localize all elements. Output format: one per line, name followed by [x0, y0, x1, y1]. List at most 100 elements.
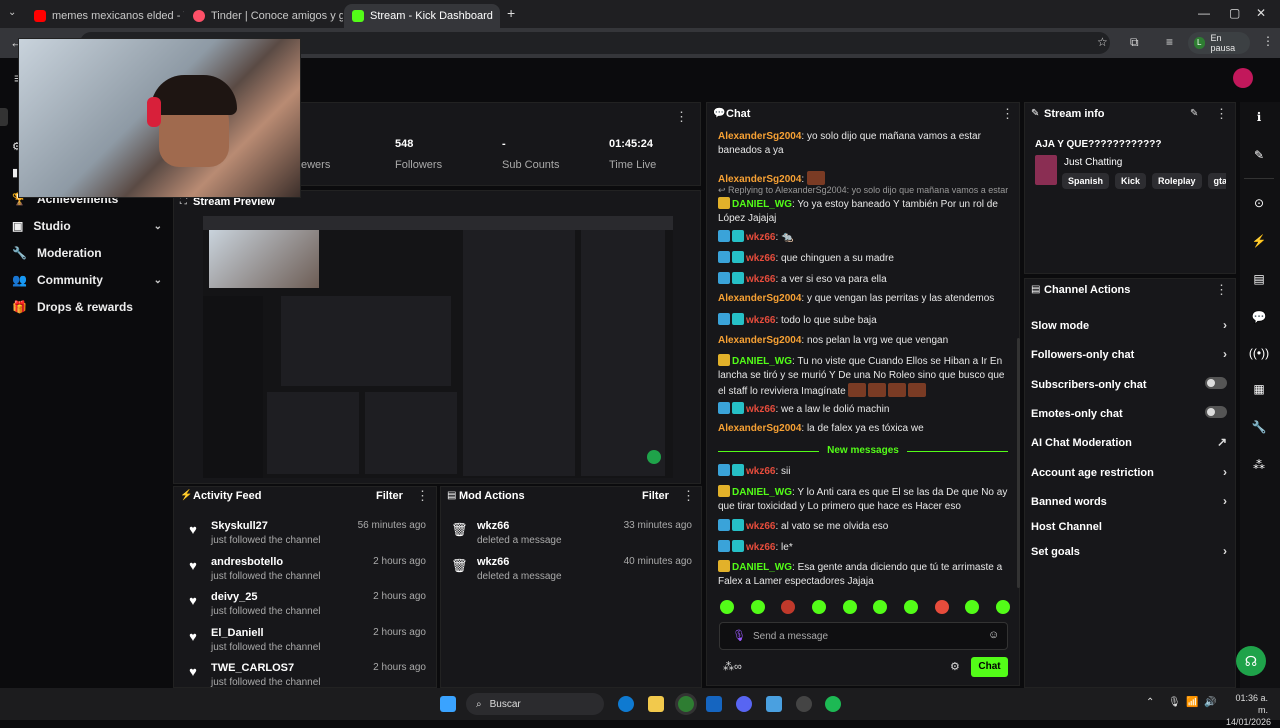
chat-username[interactable]: DANIEL_WG — [732, 356, 792, 367]
chat-username[interactable]: wkz66 — [746, 404, 775, 415]
microphone-icon[interactable]: 🎙 — [1168, 697, 1181, 708]
bookmark-star-icon[interactable]: ☆ — [1097, 35, 1108, 49]
kebab-menu-icon[interactable]: ⋮ — [1215, 106, 1228, 122]
stream-tag[interactable]: Kick — [1115, 173, 1147, 189]
chevron-right-icon[interactable]: › — [1223, 465, 1227, 479]
emote-icon[interactable] — [781, 600, 796, 614]
chat-username[interactable]: wkz66 — [746, 253, 775, 264]
sidebar-item-drops-rewards[interactable]: 🎁 Drops & rewards — [12, 300, 162, 314]
kebab-menu-icon[interactable]: ⋮ — [682, 488, 695, 504]
layout-icon[interactable]: ▦ — [1248, 378, 1270, 400]
browser-tab-kick[interactable]: Stream - Kick Dashboard ✕ — [344, 4, 500, 28]
emote-icon[interactable] — [873, 600, 888, 614]
emote-icon[interactable] — [720, 600, 734, 614]
sidebar-item-studio[interactable]: ▣ Studio ⌄ — [12, 219, 162, 233]
settings-gear-icon[interactable]: ⚙ — [950, 660, 960, 673]
photos-icon[interactable] — [766, 696, 782, 712]
mod-filter-button[interactable]: Filter — [642, 490, 669, 502]
extensions-icon[interactable]: ⧉ — [1130, 35, 1139, 50]
taskbar-search[interactable]: ⌕ Buscar — [466, 693, 604, 715]
chat-username[interactable]: wkz66 — [746, 466, 775, 477]
support-headset-icon[interactable]: ☊ — [1236, 646, 1266, 676]
toggle-switch[interactable] — [1205, 406, 1227, 418]
broadcast-icon[interactable]: ((•)) — [1248, 342, 1270, 364]
emote-icon[interactable] — [750, 600, 765, 614]
kebab-menu-icon[interactable]: ⋮ — [416, 488, 429, 504]
target-icon[interactable]: ⊙ — [1248, 192, 1270, 214]
edge-icon[interactable] — [618, 696, 634, 712]
channel-action-followers-only-chat[interactable]: Followers-only chat › — [1031, 347, 1227, 361]
wrench-icon[interactable]: 🔧 — [1248, 416, 1270, 438]
spotify-icon[interactable] — [825, 696, 841, 712]
sidebar-item-moderation[interactable]: 🔧 Moderation — [12, 246, 162, 260]
maximize-button[interactable]: ▢ — [1229, 6, 1240, 20]
emote-icon[interactable] — [965, 600, 980, 614]
taskbar-clock[interactable]: 01:36 a. m. 14/01/2026 — [1226, 692, 1271, 728]
stream-tag[interactable]: gta — [1207, 173, 1226, 189]
chat-username[interactable]: AlexanderSg2004 — [718, 423, 801, 434]
channel-action-host-channel[interactable]: Host Channel — [1031, 521, 1227, 533]
kebab-menu-icon[interactable]: ⋮ — [675, 109, 688, 125]
channel-action-emotes-only-chat[interactable]: Emotes-only chat — [1031, 406, 1227, 420]
edit-pencil-icon[interactable]: ✎ — [1190, 108, 1198, 119]
sidebar-collapse-handle[interactable] — [0, 108, 8, 126]
chat-icon[interactable]: 💬 — [1248, 306, 1270, 328]
external-link-icon[interactable]: ↗ — [1217, 435, 1227, 449]
chat-username[interactable]: AlexanderSg2004 — [718, 131, 801, 142]
channel-action-ai-chat-moderation[interactable]: AI Chat Moderation ↗ — [1031, 435, 1227, 449]
lightning-icon[interactable]: ⚡ — [1248, 230, 1270, 252]
windows-start-icon[interactable] — [440, 696, 456, 712]
new-tab-button[interactable]: + — [507, 5, 515, 21]
toggle-switch[interactable] — [1205, 377, 1227, 389]
chrome-icon[interactable] — [678, 696, 694, 712]
chat-username[interactable]: DANIEL_WG — [732, 199, 792, 210]
activity-filter-button[interactable]: Filter — [376, 490, 403, 502]
chevron-right-icon[interactable]: › — [1223, 347, 1227, 361]
volume-icon[interactable]: 🔊 — [1204, 697, 1216, 708]
chat-username[interactable]: DANIEL_WG — [732, 487, 792, 498]
file-explorer-icon[interactable] — [648, 696, 664, 712]
browser-tab-youtube[interactable]: memes mexicanos elded - YouT ✕ — [26, 4, 184, 28]
channel-action-banned-words[interactable]: Banned words › — [1031, 494, 1227, 508]
chevron-down-icon[interactable]: ⌄ — [154, 275, 162, 286]
stream-tag[interactable]: Roleplay — [1152, 173, 1202, 189]
dots-icon[interactable]: ⁂ — [1248, 454, 1270, 476]
info-icon[interactable]: ℹ — [1248, 106, 1270, 128]
browser-tab-tinder[interactable]: Tinder | Conoce amigos y gente ✕ — [185, 4, 343, 28]
close-window-button[interactable]: ✕ — [1256, 6, 1266, 20]
channel-action-set-goals[interactable]: Set goals › — [1031, 544, 1227, 558]
document-icon[interactable]: ▤ — [1248, 268, 1270, 290]
reading-list-icon[interactable]: ≡ — [1166, 35, 1173, 49]
channel-action-subscribers-only-chat[interactable]: Subscribers-only chat — [1031, 377, 1227, 391]
chat-username[interactable]: AlexanderSg2004 — [718, 293, 801, 304]
discord-icon[interactable] — [736, 696, 752, 712]
chevron-right-icon[interactable]: › — [1223, 494, 1227, 508]
emote-icon[interactable] — [811, 600, 826, 614]
pencil-icon[interactable]: ✎ — [1248, 144, 1270, 166]
emote-icon[interactable] — [903, 600, 918, 614]
chat-input[interactable]: 🎙 Send a message ☺ — [719, 622, 1008, 650]
wifi-icon[interactable]: 📶 — [1186, 697, 1198, 708]
kebab-menu-icon[interactable]: ⋮ — [1001, 106, 1014, 122]
stream-preview-video[interactable] — [203, 216, 673, 478]
sidebar-item-community[interactable]: 👥 Community ⌄ — [12, 273, 162, 287]
emote-icon[interactable] — [934, 600, 949, 614]
chat-username[interactable]: wkz66 — [746, 274, 775, 285]
user-avatar[interactable] — [1233, 68, 1253, 88]
chat-username[interactable]: wkz66 — [746, 521, 775, 532]
close-tab-icon[interactable]: ✕ — [499, 10, 500, 23]
chevron-down-icon[interactable]: ⌄ — [154, 221, 162, 232]
tab-search-icon[interactable]: ⌄ — [8, 7, 16, 18]
chat-username[interactable]: wkz66 — [746, 542, 775, 553]
channel-action-slow-mode[interactable]: Slow mode › — [1031, 318, 1227, 332]
chevron-right-icon[interactable]: › — [1223, 544, 1227, 558]
minimize-button[interactable]: — — [1198, 6, 1210, 20]
emoji-picker-icon[interactable]: ☺ — [988, 629, 999, 641]
obs-icon[interactable] — [796, 696, 812, 712]
profile-chip[interactable]: L En pausa — [1188, 32, 1250, 54]
stream-tag[interactable]: Spanish — [1062, 173, 1110, 189]
chat-username[interactable]: wkz66 — [746, 232, 775, 243]
chat-username[interactable]: wkz66 — [746, 315, 775, 326]
channel-action-account-age-restriction[interactable]: Account age restriction › — [1031, 465, 1227, 479]
points-icon[interactable]: ⁂∞ — [723, 660, 742, 673]
